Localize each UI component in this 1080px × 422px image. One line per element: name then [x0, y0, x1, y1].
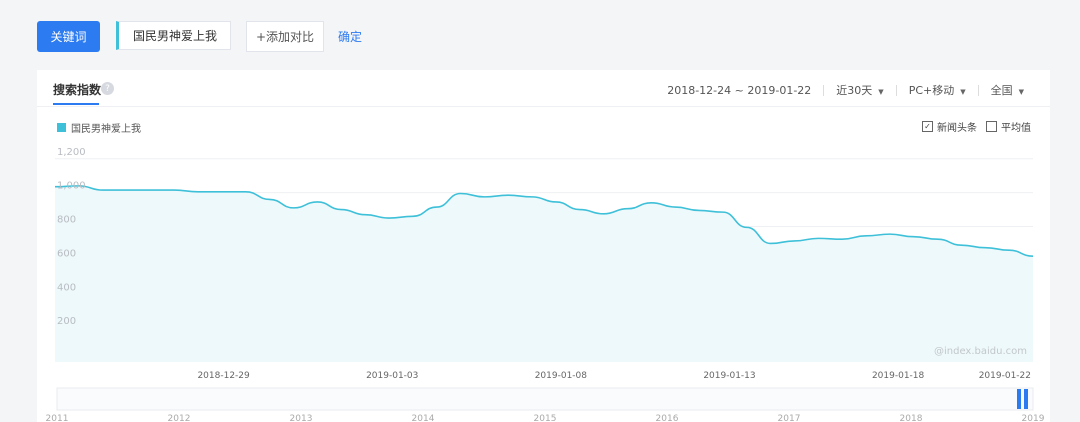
divider [823, 84, 825, 96]
chart-legend[interactable]: 国民男神爱上我 [57, 120, 141, 135]
region-label: 全国 [990, 84, 1013, 97]
overview-year-label: 2015 [534, 414, 557, 422]
panel-header: 搜索指数 ? 2018-12-24 ~ 2019-01-22 近30天 ▼ PC+… [37, 70, 1050, 107]
overview-year-label: 2012 [168, 414, 191, 422]
average-label: 平均值 [1001, 123, 1031, 134]
y-tick-label: 1,000 [57, 181, 86, 192]
tab-search-index[interactable]: 搜索指数 [53, 81, 101, 98]
region-select[interactable]: 全国 ▼ [991, 82, 1024, 98]
overview-handle-left [1017, 389, 1021, 409]
period-select[interactable]: 近30天 ▼ [836, 82, 883, 98]
watermark: @index.baidu.com [934, 346, 1027, 357]
caret-down-icon: ▼ [960, 88, 966, 96]
y-tick-label: 1,200 [57, 147, 86, 158]
divider [895, 84, 897, 96]
legend-label: 国民男神爱上我 [71, 124, 141, 135]
date-range[interactable]: 2018-12-24 ~ 2019-01-22 [667, 84, 811, 97]
checkbox-empty-icon [986, 121, 997, 132]
news-label: 新闻头条 [937, 123, 977, 134]
keyword-input[interactable]: 国民男神爱上我 [116, 21, 231, 50]
tab-underline [53, 103, 99, 105]
divider [977, 84, 979, 96]
overview-track [56, 387, 1034, 411]
y-tick-label: 200 [57, 316, 76, 327]
caret-down-icon: ▼ [878, 88, 884, 96]
y-tick-label: 400 [57, 282, 76, 293]
keyword-button[interactable]: 关键词 [37, 21, 100, 52]
caret-down-icon: ▼ [1018, 88, 1024, 96]
y-tick-label: 600 [57, 248, 76, 259]
add-compare-button[interactable]: +添加对比 [246, 21, 324, 52]
device-select[interactable]: PC+移动 ▼ [909, 82, 966, 98]
overview-year-label: 2016 [656, 414, 679, 422]
x-tick-label: 2019-01-08 [535, 371, 588, 381]
series-area [55, 185, 1033, 362]
confirm-link[interactable]: 确定 [338, 28, 362, 45]
filter-bar: 2018-12-24 ~ 2019-01-22 近30天 ▼ PC+移动 ▼ 全国 ▼ [667, 82, 1024, 98]
help-icon[interactable]: ? [101, 82, 114, 95]
x-tick-label: 2019-01-22 [979, 371, 1031, 381]
checkbox-checked-icon: ✓ [922, 121, 933, 132]
overview-year-ticks: 2011 2012 2013 2014 2015 2016 2017 2018 2019 [46, 414, 1045, 422]
period-label: 近30天 [836, 84, 873, 97]
overview-year-label: 2013 [290, 414, 313, 422]
x-tick-label: 2019-01-18 [872, 371, 925, 381]
time-overview-slider: 2011 2012 2013 2014 2015 2016 2017 2018 2019 [46, 387, 1045, 422]
x-tick-label: 2019-01-03 [366, 371, 418, 381]
y-tick-label: 800 [57, 215, 76, 226]
device-label: PC+移动 [908, 84, 955, 97]
x-tick-label: 2018-12-29 [197, 371, 250, 381]
overview-year-label: 2019 [1022, 414, 1045, 422]
legend-swatch [57, 123, 66, 132]
x-axis-ticks: 2018-12-29 2019-01-03 2019-01-08 2019-01-13… [197, 371, 1031, 381]
search-index-chart[interactable]: 1,200 1,000 800 600 400 200 2018-12-29 2019-01… [37, 140, 1050, 422]
news-checkbox[interactable]: ✓ 新闻头条 [922, 119, 977, 134]
top-toolbar: 关键词 国民男神爱上我 +添加对比 确定 [0, 0, 1080, 70]
overview-year-label: 2011 [46, 414, 69, 422]
search-index-panel: 搜索指数 ? 2018-12-24 ~ 2019-01-22 近30天 ▼ PC+… [37, 70, 1050, 422]
overview-year-label: 2018 [900, 414, 923, 422]
overview-year-label: 2014 [412, 414, 435, 422]
overview-year-label: 2017 [778, 414, 801, 422]
x-tick-label: 2019-01-13 [703, 371, 755, 381]
average-checkbox[interactable]: 平均值 [986, 119, 1031, 134]
overview-handle-right [1024, 389, 1028, 409]
